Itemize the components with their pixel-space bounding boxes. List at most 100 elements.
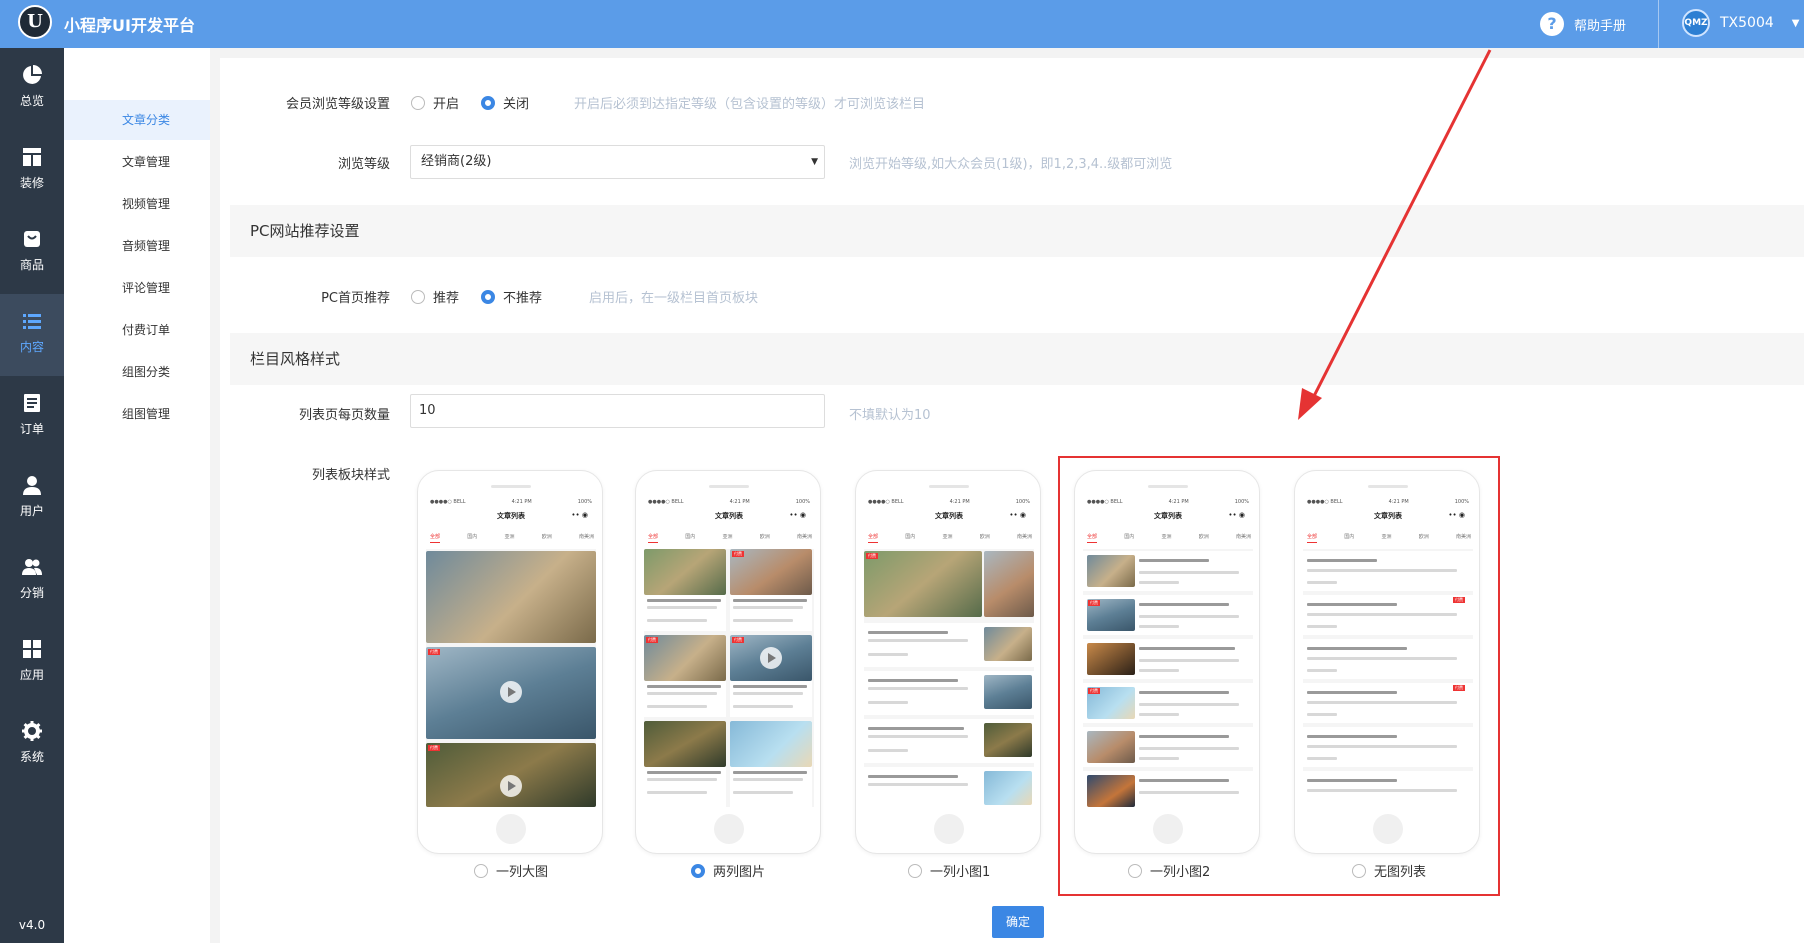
help-manual-link[interactable]: ? 帮助手册 (1540, 8, 1626, 40)
sidebar-item-system[interactable]: 系统 (0, 704, 64, 786)
gear-icon (22, 721, 42, 741)
sidebar-item-goods[interactable]: 商品 (0, 212, 64, 294)
help-label: 帮助手册 (1574, 18, 1627, 34)
sidebar-item-decoration[interactable]: 装修 (0, 130, 64, 212)
phone-status-bar: ●●●●○ BELL 4:21 PM 100% (868, 499, 1030, 505)
phone-tabs: 全部 国内 亚洲 欧洲 南美洲 (868, 533, 1032, 543)
list-icon (23, 314, 41, 329)
topbar-divider (1658, 0, 1659, 48)
phone-speaker (709, 485, 749, 488)
style-preview-two-column[interactable]: ●●●●○ BELL 4:21 PM 100% 文章列表 •• ◉ 全部 国内 亚洲 欧洲… (635, 470, 821, 854)
more-icon: •• ◉ (789, 511, 806, 519)
user-menu[interactable]: QMZ TX5004 ▼ (1682, 6, 1799, 40)
phone-status-bar: ●●●●○ BELL 4:21 PM 100% (430, 499, 592, 505)
radio-label: 一列大图 (496, 865, 549, 880)
phone-home-button (934, 814, 964, 844)
pc-home-option-not-recommend[interactable]: 不推荐 (481, 287, 542, 306)
pc-home-option-recommend[interactable]: 推荐 (411, 287, 459, 306)
sidebar-item-label: 商品 (19, 258, 44, 272)
member-level-option-on[interactable]: 开启 (411, 93, 459, 112)
radio-button[interactable] (481, 95, 496, 110)
radio-button[interactable] (474, 863, 488, 878)
preview-card: 付费 (730, 549, 812, 631)
preview-card (730, 721, 812, 807)
app-title: 小程序UI开发平台 (64, 16, 195, 35)
sidebar-item-content[interactable]: 内容 (0, 294, 64, 376)
play-icon (500, 681, 522, 703)
sidebar-item-orders[interactable]: 订单 (0, 376, 64, 458)
list-style-option-small-image-1[interactable]: 一列小图1 (908, 861, 990, 880)
preview-image (984, 551, 1034, 617)
phone-status-bar: ●●●●○ BELL 4:21 PM 100% (648, 499, 810, 505)
radio-button[interactable] (908, 863, 922, 878)
more-icon: •• ◉ (571, 511, 588, 519)
phone-screen: 付费 付费 付费 (644, 549, 814, 807)
subnav-item-video-manage[interactable]: 视频管理 (64, 184, 210, 224)
radio-label: 推荐 (433, 291, 460, 306)
avatar: QMZ (1682, 9, 1710, 37)
radio-label: 两列图片 (713, 865, 766, 880)
subnav-item-audio-manage[interactable]: 音频管理 (64, 226, 210, 266)
preview-card (644, 721, 726, 807)
username: TX5004 (1720, 15, 1774, 31)
sidebar-item-label: 内容 (19, 340, 44, 354)
confirm-button[interactable]: 确定 (992, 906, 1044, 938)
paid-tag: 付费 (428, 649, 440, 655)
layout-icon (23, 148, 41, 166)
subnav-item-gallery-manage[interactable]: 组图管理 (64, 394, 210, 434)
preview-card (644, 549, 726, 631)
member-level-option-off[interactable]: 关闭 (481, 93, 529, 112)
phone-tabs: 全部 国内 亚洲 欧洲 南美洲 (430, 533, 594, 543)
phone-speaker (929, 485, 969, 488)
sidebar-item-label: 应用 (19, 668, 44, 682)
sidebar-item-label: 装修 (19, 176, 44, 190)
sidebar-item-overview[interactable]: 总览 (0, 48, 64, 130)
subnav-item-article-manage[interactable]: 文章管理 (64, 142, 210, 182)
app-logo[interactable]: U (18, 5, 52, 39)
phone-home-button (496, 814, 526, 844)
radio-button[interactable] (481, 289, 496, 304)
member-level-hint: 开启后必须到达指定等级（包含设置的等级）才可浏览该栏目 (574, 97, 926, 112)
page-size-input[interactable]: 10 (410, 394, 825, 428)
page-size-label: 列表页每页数量 (298, 408, 390, 423)
preview-image (426, 551, 596, 643)
sidebar-item-label: 分销 (19, 586, 44, 600)
sidebar-item-apps[interactable]: 应用 (0, 622, 64, 704)
phone-speaker (491, 485, 531, 488)
phone-screen: 付费 (864, 549, 1034, 807)
list-style-option-large-image[interactable]: 一列大图 (474, 861, 548, 880)
select-value: 经销商(2级) (421, 154, 492, 169)
sidebar-item-distribution[interactable]: 分销 (0, 540, 64, 622)
version-label: v4.0 (18, 918, 46, 932)
pc-home-radio-group: 推荐 不推荐 (411, 287, 542, 306)
radio-button[interactable] (691, 863, 705, 878)
sidebar-item-label: 订单 (19, 422, 44, 436)
phone-screen: 付费 付费 (426, 549, 596, 807)
style-preview-small-image-1[interactable]: ●●●●○ BELL 4:21 PM 100% 文章列表 •• ◉ 全部 国内 亚洲 欧洲… (855, 470, 1041, 854)
help-icon: ? (1540, 12, 1564, 36)
subnav-item-gallery-category[interactable]: 组图分类 (64, 352, 210, 392)
preview-card: 付费 (730, 635, 812, 717)
browse-level-label: 浏览等级 (337, 157, 390, 172)
preview-row (864, 623, 1034, 667)
radio-button[interactable] (411, 289, 425, 304)
style-preview-large-image[interactable]: ●●●●○ BELL 4:21 PM 100% 文章列表 •• ◉ 全部 国内 亚洲 欧洲… (417, 470, 603, 854)
subnav-item-article-category[interactable]: 文章分类 (64, 100, 210, 140)
radio-label: 一列小图1 (930, 865, 991, 880)
preview-image (864, 551, 982, 617)
sidebar-item-users[interactable]: 用户 (0, 458, 64, 540)
audio-icon (500, 775, 522, 797)
main-sidebar: 总览 装修 商品 内容 订单 用户 分销 应用 系统 v4.0 (0, 48, 64, 943)
grid-icon (23, 640, 41, 658)
shopping-bag-icon (24, 231, 40, 247)
subnav-item-comment-manage[interactable]: 评论管理 (64, 268, 210, 308)
list-style-label: 列表板块样式 (311, 468, 390, 483)
browse-level-select[interactable]: 经销商(2级) ▼ (410, 145, 825, 179)
subnav-item-paid-orders[interactable]: 付费订单 (64, 310, 210, 350)
preview-card: 付费 (644, 635, 726, 717)
list-style-option-two-column[interactable]: 两列图片 (691, 861, 765, 880)
radio-button[interactable] (411, 95, 425, 110)
section-title-pc: PC网站推荐设置 (230, 205, 1804, 257)
sidebar-item-label: 系统 (19, 750, 44, 764)
paid-tag: 付费 (866, 553, 878, 559)
